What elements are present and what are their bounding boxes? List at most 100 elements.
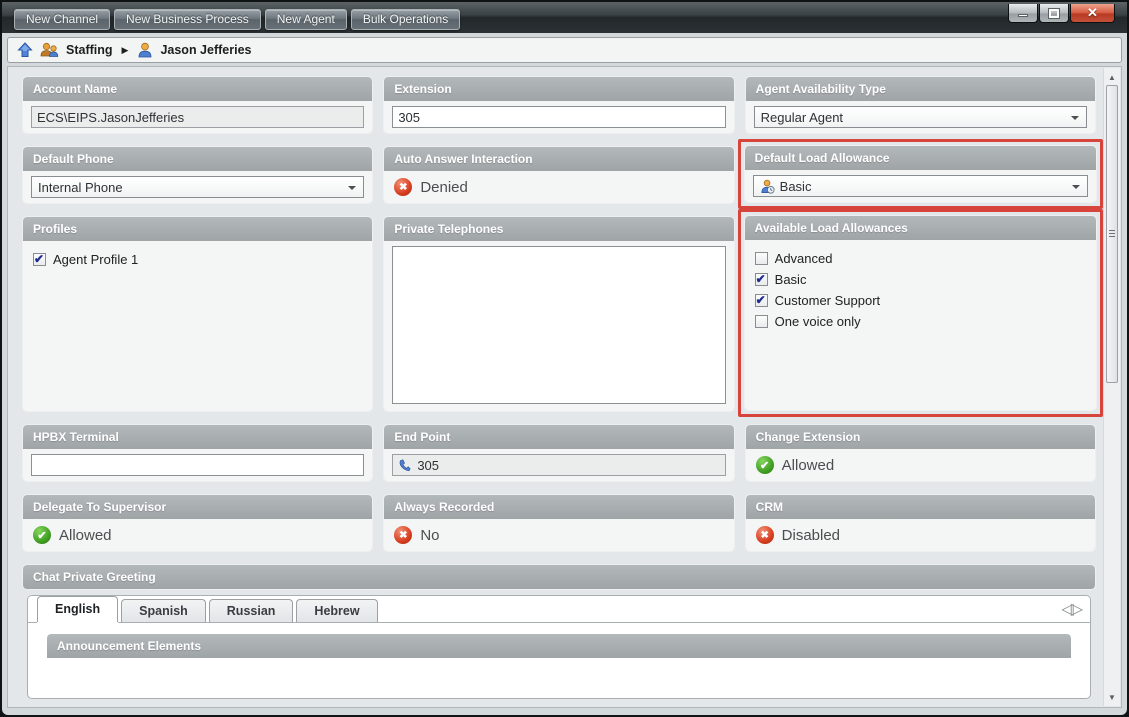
selected-value: Regular Agent [761, 110, 843, 125]
title-bar: New Channel New Business Process New Age… [2, 2, 1127, 33]
panel-title: Change Extension [746, 425, 1095, 449]
window-frame: Staffing ▶ Jason Jefferies Account Name … [2, 33, 1127, 715]
panel-title: Available Load Allowances [745, 216, 1096, 240]
greeting-tab-content: Announcement Elements [28, 623, 1090, 692]
allowed-icon [33, 526, 51, 544]
customer-support-checkbox[interactable] [755, 294, 768, 307]
checkbox-label: Customer Support [775, 293, 881, 308]
allowance-checkbox-row: Advanced [755, 251, 1086, 266]
highlight-cell: Available Load Allowances Advanced Basic [746, 217, 1095, 411]
checkbox-label: One voice only [775, 314, 861, 329]
agent-person-icon [137, 42, 153, 58]
checkbox-label: Basic [775, 272, 807, 287]
default-load-allowance-select[interactable]: Basic [753, 175, 1088, 197]
scroll-down-icon[interactable]: ▼ [1104, 690, 1120, 704]
one-voice-only-checkbox[interactable] [755, 315, 768, 328]
basic-checkbox[interactable] [755, 273, 768, 286]
tab-hebrew[interactable]: Hebrew [296, 599, 377, 622]
crm-status: Disabled [782, 527, 840, 544]
allowance-checkbox-row: One voice only [755, 314, 1086, 329]
panel-end-point: End Point 305 [384, 425, 733, 481]
new-agent-button[interactable]: New Agent [265, 9, 347, 30]
denied-icon [394, 178, 412, 196]
panel-title: Agent Availability Type [746, 77, 1095, 101]
window-controls: ✕ [1007, 4, 1115, 23]
tab-spanish[interactable]: Spanish [121, 599, 206, 622]
phone-icon [398, 459, 411, 472]
agent-profile-1-checkbox[interactable] [33, 253, 46, 266]
chevron-down-icon [348, 186, 356, 190]
scrollbar-thumb[interactable] [1106, 85, 1118, 383]
panel-title: Account Name [23, 77, 372, 101]
red-highlight-available-load-allowances: Available Load Allowances Advanced Basic [738, 209, 1103, 417]
new-channel-button[interactable]: New Channel [14, 9, 110, 30]
chevron-down-icon [1072, 185, 1080, 189]
panel-title: Chat Private Greeting [23, 565, 1095, 589]
panel-title: Auto Answer Interaction [384, 147, 733, 171]
panel-extension: Extension 305 [384, 77, 733, 133]
maximize-icon [1049, 9, 1059, 18]
panel-title: End Point [384, 425, 733, 449]
disabled-icon [756, 526, 774, 544]
breadcrumb: Staffing ▶ Jason Jefferies [7, 37, 1122, 63]
account-name-input[interactable]: ECS\EIPS.JasonJefferies [31, 106, 364, 128]
tab-english[interactable]: English [37, 596, 118, 622]
panel-title: Private Telephones [384, 217, 733, 241]
panel-title: Announcement Elements [47, 634, 1071, 658]
form-scroll-area: Account Name ECS\EIPS.JasonJefferies Ext… [7, 66, 1122, 708]
red-highlight-default-load-allowance: Default Load Allowance [738, 139, 1103, 209]
agent-availability-type-select[interactable]: Regular Agent [754, 106, 1087, 128]
panel-change-extension: Change Extension Allowed [746, 425, 1095, 481]
panel-title: Default Phone [23, 147, 372, 171]
panel-title: Default Load Allowance [745, 146, 1096, 170]
scroll-up-icon[interactable]: ▲ [1104, 70, 1120, 84]
end-point-value: 305 [417, 458, 439, 473]
minimize-button[interactable] [1008, 4, 1038, 23]
checkbox-label: Advanced [775, 251, 833, 266]
close-button[interactable]: ✕ [1070, 4, 1115, 23]
breadcrumb-item-agent[interactable]: Jason Jefferies [160, 43, 251, 57]
private-telephones-textarea[interactable] [392, 246, 725, 404]
panel-title: HPBX Terminal [23, 425, 372, 449]
panel-hpbx-terminal: HPBX Terminal [23, 425, 372, 481]
end-point-input[interactable]: 305 [392, 454, 725, 476]
panel-title: Always Recorded [384, 495, 733, 519]
panel-auto-answer-interaction: Auto Answer Interaction Denied [384, 147, 733, 203]
auto-answer-status: Denied [420, 179, 468, 196]
panel-available-load-allowances: Available Load Allowances Advanced Basic [745, 216, 1096, 410]
panel-always-recorded: Always Recorded No [384, 495, 733, 551]
profile-checkbox-row: Agent Profile 1 [33, 252, 362, 267]
tab-russian[interactable]: Russian [209, 599, 294, 622]
breadcrumb-item-staffing[interactable]: Staffing [66, 43, 113, 57]
hpbx-terminal-input[interactable] [31, 454, 364, 476]
greeting-tab-container: English Spanish Russian Hebrew ◁▷ Announ… [27, 595, 1091, 699]
new-business-process-button[interactable]: New Business Process [114, 9, 261, 30]
selected-value: Basic [780, 179, 812, 194]
home-up-icon[interactable] [17, 42, 33, 58]
vertical-scrollbar[interactable]: ▲ ▼ [1103, 68, 1120, 706]
panel-title: Delegate To Supervisor [23, 495, 372, 519]
close-icon: ✕ [1087, 5, 1098, 21]
allowed-icon [756, 456, 774, 474]
chat-private-greeting-section: Chat Private Greeting English Spanish Ru… [23, 565, 1095, 699]
panel-default-phone: Default Phone Internal Phone [23, 147, 372, 203]
staffing-group-icon [40, 42, 59, 58]
default-phone-select[interactable]: Internal Phone [31, 176, 364, 198]
maximize-button[interactable] [1039, 4, 1069, 23]
panel-private-telephones: Private Telephones [384, 217, 733, 411]
panel-delegate-to-supervisor: Delegate To Supervisor Allowed [23, 495, 372, 551]
scrollbar-grip-icon [1109, 230, 1115, 238]
panel-title: Profiles [23, 217, 372, 241]
panel-profiles: Profiles Agent Profile 1 [23, 217, 372, 411]
allowance-checkbox-row: Customer Support [755, 293, 1086, 308]
agent-clock-icon [760, 179, 775, 194]
extension-input[interactable]: 305 [392, 106, 725, 128]
change-extension-status: Allowed [782, 457, 835, 474]
advanced-checkbox[interactable] [755, 252, 768, 265]
panel-agent-availability-type: Agent Availability Type Regular Agent [746, 77, 1095, 133]
highlight-cell: Default Load Allowance [746, 147, 1095, 203]
tab-scroll-arrows-icon[interactable]: ◁▷ [1061, 599, 1080, 619]
announcement-elements-body [47, 658, 1071, 692]
allowance-checkbox-row: Basic [755, 272, 1086, 287]
bulk-operations-button[interactable]: Bulk Operations [351, 9, 460, 30]
